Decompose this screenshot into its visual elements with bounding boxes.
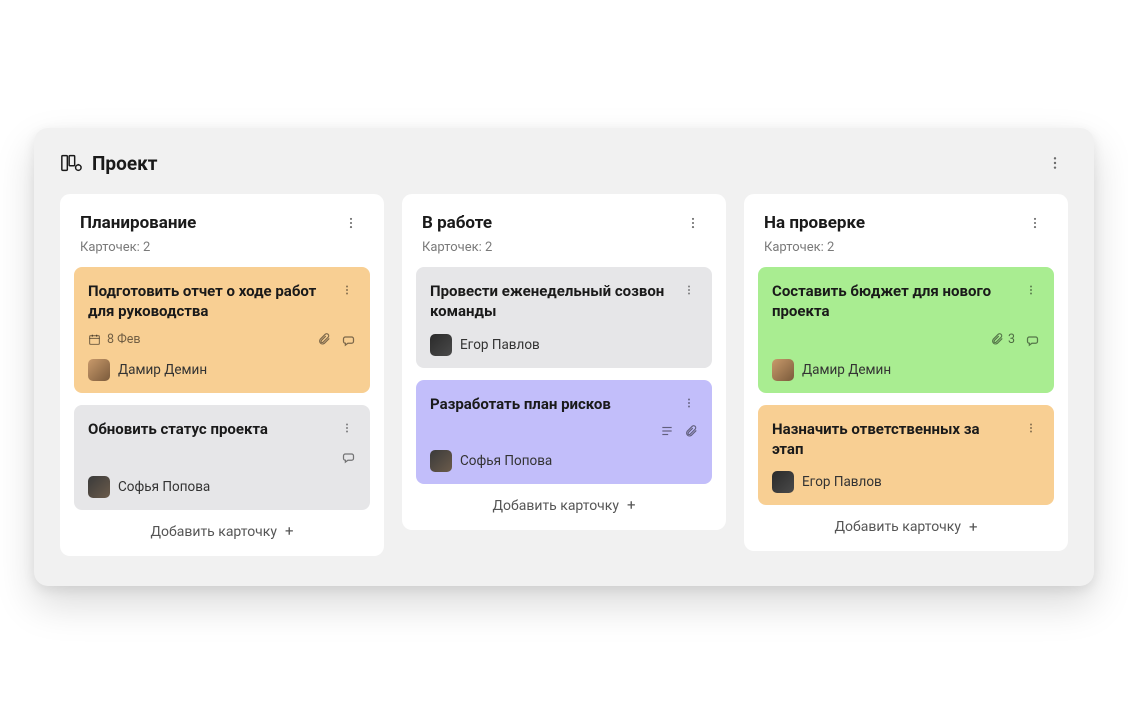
card[interactable]: Назначить ответственных за этап Егор Пав… [758, 405, 1054, 506]
assignee: Егор Павлов [772, 471, 1040, 493]
plus-icon: + [285, 524, 294, 539]
assignee-name: Дамир Демин [118, 362, 207, 378]
description-icon [660, 424, 674, 438]
board-header: Проект [60, 150, 1068, 176]
cards-list: Провести еженедельный созвон команды Его… [416, 267, 712, 484]
add-card-label: Добавить карточку [150, 524, 277, 540]
card-more-button[interactable] [680, 394, 698, 412]
column-title: На проверке [764, 213, 865, 233]
card-title: Назначить ответственных за этап [772, 419, 1014, 460]
column-card-count: Карточек: 2 [74, 236, 370, 267]
card[interactable]: Составить бюджет для нового проекта [758, 267, 1054, 393]
comments-icon [341, 449, 356, 464]
assignee-name: Егор Павлов [460, 337, 540, 353]
column-more-button[interactable] [680, 210, 706, 236]
avatar [772, 471, 794, 493]
column-card-count: Карточек: 2 [416, 236, 712, 267]
column-header: На проверке [758, 210, 1054, 236]
column-planning: Планирование Карточек: 2 Подготовить отч… [60, 194, 384, 556]
column-card-count: Карточек: 2 [758, 236, 1054, 267]
plus-icon: + [627, 498, 636, 513]
comments-icon [1025, 332, 1040, 347]
attachment-icon [317, 332, 331, 346]
column-in-progress: В работе Карточек: 2 Провести еженедельн… [402, 194, 726, 530]
attachment-icon [990, 332, 1004, 346]
attachment-count: 3 [1008, 332, 1015, 347]
assignee-name: Софья Попова [460, 453, 552, 469]
add-card-button[interactable]: Добавить карточку + [758, 505, 1054, 545]
card-title: Обновить статус проекта [88, 419, 330, 439]
board-more-button[interactable] [1042, 150, 1068, 176]
assignee: Софья Попова [88, 476, 356, 498]
avatar [772, 359, 794, 381]
avatar [88, 359, 110, 381]
assignee-name: Егор Павлов [802, 474, 882, 490]
card[interactable]: Разработать план рисков [416, 380, 712, 484]
card[interactable]: Провести еженедельный созвон команды Его… [416, 267, 712, 368]
column-review: На проверке Карточек: 2 Составить бюджет… [744, 194, 1068, 551]
calendar-icon [88, 333, 101, 346]
kanban-icon [60, 152, 82, 174]
board-panel: Проект Планирование Карточек: 2 Подготов… [34, 128, 1094, 586]
card-date: 8 Фев [107, 332, 141, 347]
board-title: Проект [92, 152, 158, 175]
board-title-wrap: Проект [60, 152, 158, 175]
card[interactable]: Обновить статус проекта [74, 405, 370, 510]
card-title: Составить бюджет для нового проекта [772, 281, 1014, 322]
assignee-name: Софья Попова [118, 479, 210, 495]
assignee-name: Дамир Демин [802, 362, 891, 378]
card-more-button[interactable] [1022, 281, 1040, 299]
column-title: Планирование [80, 213, 196, 233]
card-more-button[interactable] [338, 281, 356, 299]
avatar [430, 334, 452, 356]
comments-icon [341, 332, 356, 347]
card[interactable]: Подготовить отчет о ходе работ для руков… [74, 267, 370, 393]
card-title: Подготовить отчет о ходе работ для руков… [88, 281, 330, 322]
attachment-icon [684, 424, 698, 438]
column-more-button[interactable] [1022, 210, 1048, 236]
cards-list: Составить бюджет для нового проекта [758, 267, 1054, 505]
column-header: В работе [416, 210, 712, 236]
column-header: Планирование [74, 210, 370, 236]
card-more-button[interactable] [680, 281, 698, 299]
card-more-button[interactable] [1022, 419, 1040, 437]
avatar [88, 476, 110, 498]
add-card-label: Добавить карточку [834, 519, 961, 535]
columns-container: Планирование Карточек: 2 Подготовить отч… [60, 194, 1068, 556]
column-more-button[interactable] [338, 210, 364, 236]
assignee: Дамир Демин [88, 359, 356, 381]
card-title: Разработать план рисков [430, 394, 672, 414]
cards-list: Подготовить отчет о ходе работ для руков… [74, 267, 370, 510]
add-card-button[interactable]: Добавить карточку + [416, 484, 712, 524]
assignee: Егор Павлов [430, 334, 698, 356]
assignee: Дамир Демин [772, 359, 1040, 381]
add-card-label: Добавить карточку [492, 498, 619, 514]
add-card-button[interactable]: Добавить карточку + [74, 510, 370, 550]
avatar [430, 450, 452, 472]
card-more-button[interactable] [338, 419, 356, 437]
column-title: В работе [422, 213, 492, 233]
assignee: Софья Попова [430, 450, 698, 472]
card-title: Провести еженедельный созвон команды [430, 281, 672, 322]
plus-icon: + [969, 520, 978, 535]
